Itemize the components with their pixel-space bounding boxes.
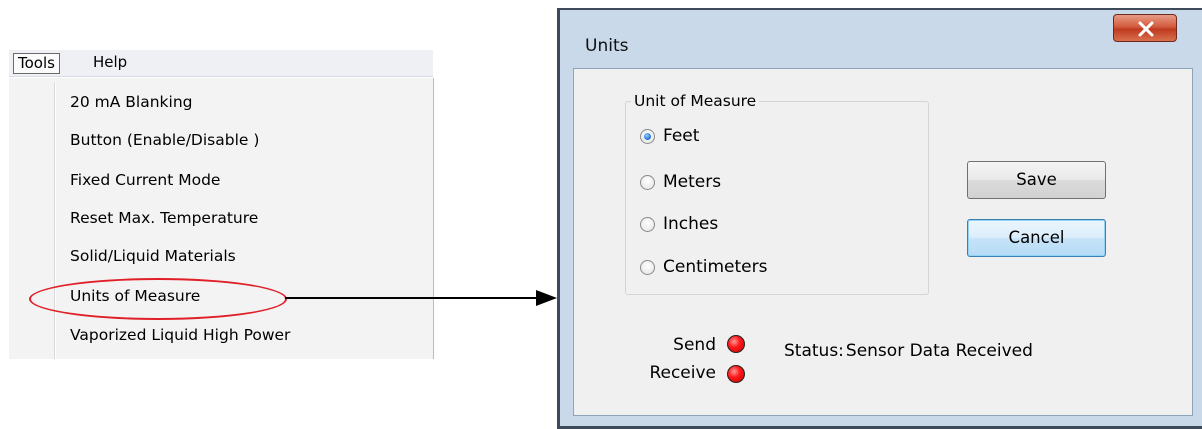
receive-led-icon — [727, 365, 745, 383]
radio-label-feet: Feet — [663, 126, 700, 146]
radio-meters[interactable]: Meters — [640, 170, 721, 194]
radio-centimeters[interactable]: Centimeters — [640, 255, 767, 279]
units-dialog: Units Unit of Measure Feet Meters Inches… — [557, 8, 1202, 429]
unit-of-measure-groupbox: Unit of Measure Feet Meters Inches Centi… — [625, 91, 929, 295]
menu-bar: Tools Help — [9, 50, 433, 77]
radio-button-icon[interactable] — [640, 259, 655, 275]
receive-label: Receive — [649, 363, 716, 383]
close-icon — [1138, 21, 1154, 37]
menu-item-vaporized-liquid-high-power[interactable]: Vaporized Liquid High Power — [70, 323, 290, 347]
menu-item-solid-liquid-materials[interactable]: Solid/Liquid Materials — [70, 244, 236, 268]
menu-item-20ma-blanking[interactable]: 20 mA Blanking — [70, 90, 193, 114]
status-value: Sensor Data Received — [845, 341, 1033, 361]
radio-button-icon[interactable] — [640, 216, 655, 232]
menu-item-button-enable-disable[interactable]: Button (Enable/Disable ) — [70, 128, 259, 152]
units-of-measure-highlight-ellipse — [29, 278, 287, 320]
send-label: Send — [673, 335, 716, 355]
send-led-icon — [727, 335, 745, 353]
menu-tools[interactable]: Tools — [13, 53, 60, 74]
cancel-button[interactable]: Cancel — [967, 219, 1106, 257]
radio-button-icon[interactable] — [640, 174, 655, 190]
menu-item-fixed-current-mode[interactable]: Fixed Current Mode — [70, 168, 220, 192]
radio-label-meters: Meters — [663, 172, 722, 192]
radio-feet[interactable]: Feet — [640, 124, 699, 148]
dialog-client-area: Unit of Measure Feet Meters Inches Centi… — [573, 68, 1193, 416]
save-button[interactable]: Save — [967, 161, 1106, 199]
radio-label-centimeters: Centimeters — [663, 257, 768, 277]
status-label: Status: — [784, 341, 844, 361]
menu-item-reset-max-temperature[interactable]: Reset Max. Temperature — [70, 206, 258, 230]
status-text: Status: Sensor Data Received — [784, 341, 1033, 361]
arrow-to-dialog — [285, 290, 557, 306]
menu-help[interactable]: Help — [89, 53, 131, 72]
groupbox-title: Unit of Measure — [631, 91, 760, 111]
radio-label-inches: Inches — [663, 214, 719, 234]
menu-gutter-divider — [54, 82, 56, 359]
radio-button-checked-icon[interactable] — [640, 128, 655, 144]
radio-inches[interactable]: Inches — [640, 212, 718, 236]
close-button[interactable] — [1113, 14, 1177, 42]
dialog-title: Units — [585, 36, 629, 56]
